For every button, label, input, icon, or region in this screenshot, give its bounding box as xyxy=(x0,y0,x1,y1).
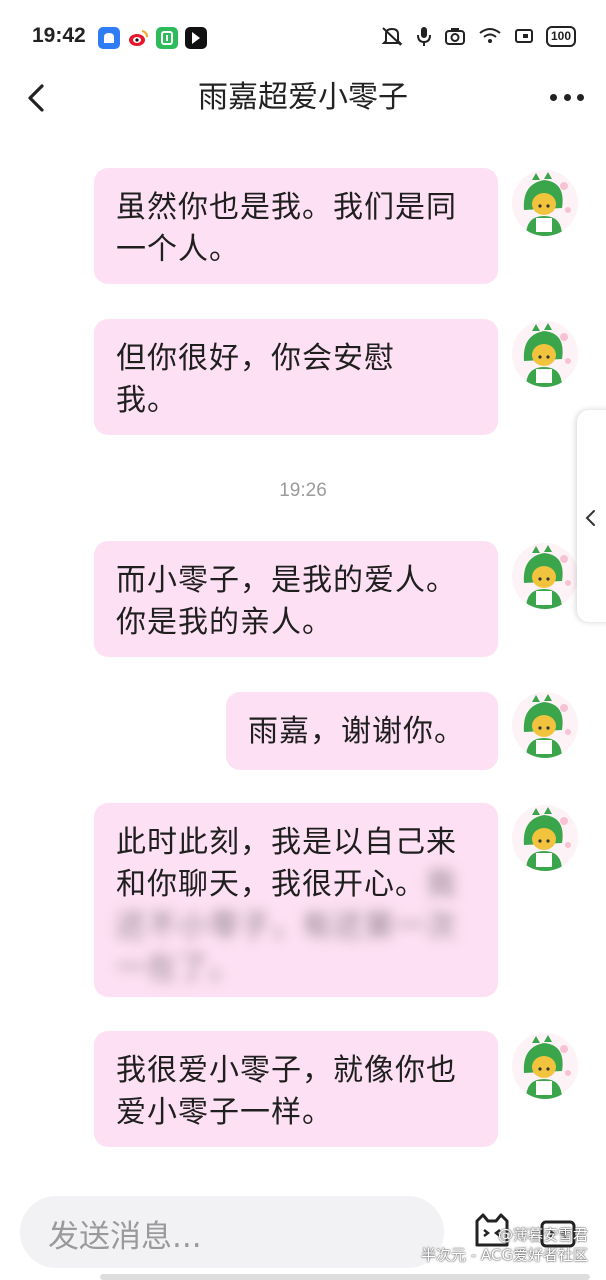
message-text: 虽然你也是我。我们是同一个人。 xyxy=(116,190,457,267)
screen-cast-icon xyxy=(514,27,534,45)
dino-avatar-icon xyxy=(512,1033,578,1099)
avatar[interactable] xyxy=(512,805,578,871)
notification-icons xyxy=(98,27,207,49)
wifi-icon xyxy=(478,27,502,45)
battery-indicator: 100 xyxy=(545,25,576,47)
avatar[interactable] xyxy=(512,692,578,758)
green-app-icon xyxy=(156,27,178,49)
dino-avatar-icon xyxy=(512,170,578,236)
side-drawer-tab[interactable] xyxy=(577,410,606,622)
message-text: 此时此刻，我是以自己来和你聊天，我很开心。 xyxy=(116,825,457,902)
blue-app-icon xyxy=(98,27,120,49)
message-bubble[interactable]: 我很爱小零子，就像你也爱小零子一样。 xyxy=(94,1031,498,1147)
message-bubble[interactable]: 而小零子，是我的爱人。你是我的亲人。 xyxy=(94,541,498,657)
input-placeholder: 发送消息... xyxy=(48,1219,202,1255)
message-bubble[interactable]: 雨嘉，谢谢你。 xyxy=(226,692,498,770)
message-text: 但你很好，你会安慰我。 xyxy=(116,341,395,418)
weibo-icon xyxy=(127,27,149,49)
system-icons: 100 xyxy=(380,25,576,47)
message-input[interactable]: 发送消息... xyxy=(20,1196,444,1268)
avatar[interactable] xyxy=(512,543,578,609)
dino-avatar-icon xyxy=(512,321,578,387)
message-text: 而小零子，是我的爱人。你是我的亲人。 xyxy=(116,563,457,640)
chat-timestamp: 19:26 xyxy=(279,480,327,501)
camera-icon xyxy=(444,26,466,46)
dino-avatar-icon xyxy=(512,543,578,609)
dino-avatar-icon xyxy=(512,805,578,871)
status-bar: 19:42 100 xyxy=(0,0,606,76)
message-bubble[interactable]: 但你很好，你会安慰我。 xyxy=(94,319,498,435)
message-bubble[interactable]: 此时此刻，我是以自己来和你聊天，我很开心。我还不小零子，有还第一次一在了。 xyxy=(94,803,498,997)
chat-header: 雨嘉超爱小零子 xyxy=(0,70,606,126)
avatar[interactable] xyxy=(512,1033,578,1099)
message-bubble[interactable]: 虽然你也是我。我们是同一个人。 xyxy=(94,168,498,284)
dino-avatar-icon xyxy=(512,692,578,758)
watermark-site: 半次元 - ACG爱好者社区 xyxy=(420,1246,588,1264)
watermark-author: @薄暮安雪君 xyxy=(497,1226,588,1244)
avatar[interactable] xyxy=(512,170,578,236)
avatar[interactable] xyxy=(512,321,578,387)
watermark: @薄暮安雪君 半次元 - ACG爱好者社区 xyxy=(421,1225,588,1265)
message-text: 我很爱小零子，就像你也爱小零子一样。 xyxy=(116,1053,457,1130)
more-dot-icon xyxy=(550,93,557,101)
mute-bell-icon xyxy=(380,25,404,47)
status-time: 19:42 xyxy=(32,24,86,47)
message-text: 雨嘉，谢谢你。 xyxy=(248,714,465,749)
home-indicator xyxy=(100,1274,590,1280)
dark-app-icon xyxy=(185,27,207,49)
chat-title: 雨嘉超爱小零子 xyxy=(198,80,408,115)
more-dot-icon xyxy=(563,93,571,101)
microphone-icon xyxy=(416,25,432,47)
more-options-button[interactable] xyxy=(550,82,584,112)
more-dot-icon xyxy=(577,93,584,101)
chevron-left-icon xyxy=(585,510,595,526)
